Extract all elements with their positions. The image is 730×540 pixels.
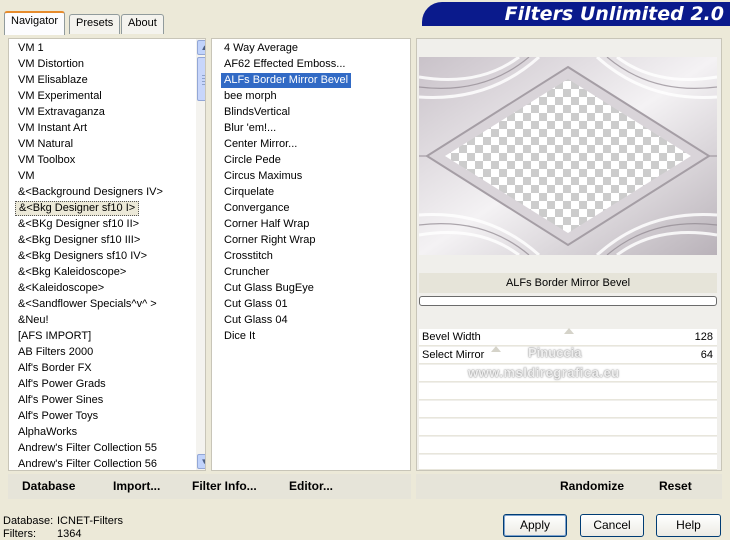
category-item[interactable]: Andrew's Filter Collection 55 [15, 441, 160, 456]
tab-navigator[interactable]: Navigator [4, 11, 66, 35]
watermark-name: Pinuccia [528, 345, 582, 360]
param-value: 128 [694, 331, 713, 343]
randomize-link[interactable]: Randomize [560, 479, 624, 493]
category-item[interactable]: VM Extravaganza [15, 105, 108, 120]
param-row-empty [419, 419, 717, 436]
category-item[interactable]: VM Elisablaze [15, 73, 91, 88]
param-row-bevel-width[interactable]: Bevel Width 128 [419, 328, 717, 346]
import-link[interactable]: Import... [113, 479, 160, 493]
slider-marker[interactable] [491, 346, 501, 352]
filter-item[interactable]: Convergance [221, 201, 292, 216]
category-item[interactable]: [AFS IMPORT] [15, 329, 94, 344]
category-item[interactable]: VM 1 [15, 41, 47, 56]
category-item[interactable]: Alf's Power Grads [15, 377, 109, 392]
category-item[interactable]: VM Toolbox [15, 153, 78, 168]
watermark-url: www.msldiregrafica.eu [468, 365, 620, 380]
slider-marker[interactable] [564, 328, 574, 334]
progress-bar [419, 296, 717, 306]
status-database-value: ICNET-Filters [57, 515, 123, 527]
category-item[interactable]: VM Instant Art [15, 121, 90, 136]
status-database-label: Database: [3, 515, 54, 527]
filter-item-selected[interactable]: ALFs Border Mirror Bevel [221, 73, 352, 88]
preview-graphic [419, 57, 717, 255]
filter-list[interactable]: 4 Way Average AF62 Effected Emboss... ALFs… [211, 38, 411, 471]
filter-item[interactable]: Circus Maximus [221, 169, 305, 184]
filter-item[interactable]: Corner Right Wrap [221, 233, 319, 248]
filter-item[interactable]: Dice It [221, 329, 258, 344]
param-row-empty [419, 455, 717, 470]
filter-item[interactable]: Cirquelate [221, 185, 277, 200]
category-item[interactable]: Alf's Border FX [15, 361, 95, 376]
category-item[interactable]: AB Filters 2000 [15, 345, 96, 360]
param-label: Select Mirror [422, 349, 485, 361]
category-item[interactable]: VM Natural [15, 137, 76, 152]
tab-about[interactable]: About [121, 14, 164, 34]
category-list[interactable]: VM 1 VM Distortion VM Elisablaze VM Experim… [8, 38, 206, 471]
category-item[interactable]: Alf's Power Toys [15, 409, 101, 424]
filter-item[interactable]: Blur 'em!... [221, 121, 279, 136]
filter-item[interactable]: Cruncher [221, 265, 272, 280]
param-row-empty [419, 383, 717, 400]
filter-item[interactable]: Cut Glass 04 [221, 313, 291, 328]
preview-image [419, 57, 717, 255]
category-item[interactable]: &<Bkg Designer sf10 III> [15, 233, 143, 248]
selected-filter-name: ALFs Border Mirror Bevel [419, 273, 717, 293]
scroll-down-button[interactable]: ▼ [197, 454, 205, 469]
status-filters: Filters: 1364 [3, 528, 81, 540]
help-button[interactable]: Help [656, 514, 721, 537]
status-database: Database: ICNET-Filters [3, 515, 123, 527]
param-row-empty [419, 437, 717, 454]
param-value: 64 [700, 349, 713, 361]
category-scrollbar[interactable]: ▲ ▼ [196, 39, 205, 470]
param-row-empty [419, 401, 717, 418]
category-item[interactable]: &<Sandflower Specials^v^ > [15, 297, 160, 312]
filter-item[interactable]: BlindsVertical [221, 105, 293, 120]
filter-item[interactable]: Corner Half Wrap [221, 217, 312, 232]
app-title-banner: Filters Unlimited 2.0 [422, 2, 730, 26]
cancel-button[interactable]: Cancel [580, 514, 644, 537]
status-filters-value: 1364 [57, 528, 82, 540]
scroll-up-button[interactable]: ▲ [197, 40, 205, 55]
category-item[interactable]: &<Bkg Designers sf10 IV> [15, 249, 150, 264]
category-item[interactable]: &<Background Designers IV> [15, 185, 166, 200]
tab-presets[interactable]: Presets [69, 14, 121, 34]
filter-item[interactable]: Cut Glass BugEye [221, 281, 317, 296]
category-item[interactable]: AlphaWorks [15, 425, 80, 440]
filter-item[interactable]: AF62 Effected Emboss... [221, 57, 348, 72]
filter-info-link[interactable]: Filter Info... [192, 479, 257, 493]
category-item[interactable]: Andrew's Filter Collection 56 [15, 457, 160, 470]
category-item[interactable]: Alf's Power Sines [15, 393, 106, 408]
category-item[interactable]: &<Kaleidoscope> [15, 281, 107, 296]
scroll-thumb[interactable] [197, 57, 205, 101]
status-filters-label: Filters: [3, 528, 36, 540]
apply-button[interactable]: Apply [503, 514, 567, 537]
filter-item[interactable]: Crosstitch [221, 249, 276, 264]
category-item[interactable]: VM Experimental [15, 89, 105, 104]
filter-item[interactable]: Circle Pede [221, 153, 284, 168]
param-label: Bevel Width [422, 331, 481, 343]
filter-item[interactable]: Center Mirror... [221, 137, 300, 152]
category-item[interactable]: &Neu! [15, 313, 52, 328]
category-item[interactable]: VM [15, 169, 38, 184]
database-link[interactable]: Database [22, 479, 75, 493]
category-item[interactable]: &<Bkg Kaleidoscope> [15, 265, 129, 280]
editor-link[interactable]: Editor... [289, 479, 333, 493]
filter-item[interactable]: bee morph [221, 89, 280, 104]
preview-panel: ALFs Border Mirror Bevel Bevel Width 128… [416, 38, 722, 471]
reset-link[interactable]: Reset [659, 479, 692, 493]
category-item-selected[interactable]: &<Bkg Designer sf10 I> [15, 201, 140, 216]
filter-item[interactable]: Cut Glass 01 [221, 297, 291, 312]
filter-item[interactable]: 4 Way Average [221, 41, 301, 56]
category-item[interactable]: &<BKg Designer sf10 II> [15, 217, 142, 232]
category-item[interactable]: VM Distortion [15, 57, 87, 72]
